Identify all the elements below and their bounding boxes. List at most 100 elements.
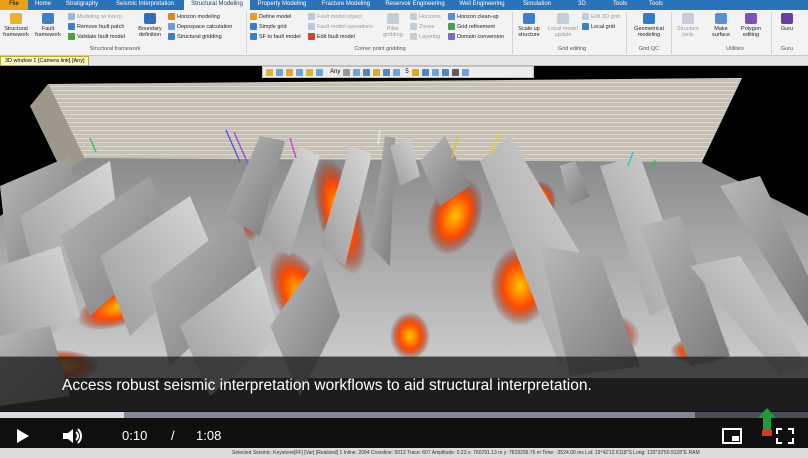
fault-model-operations-button[interactable]: Fault model operations xyxy=(308,23,373,30)
grid-icon[interactable] xyxy=(421,68,429,76)
scale-up-icon xyxy=(523,13,535,24)
duration: 1:08 xyxy=(196,428,222,443)
viewport-toolbar: Any 5 xyxy=(262,66,534,78)
boundary-definition-button[interactable]: Boundary definition xyxy=(136,13,164,38)
zones-icon xyxy=(410,23,417,30)
rotate-icon[interactable] xyxy=(296,68,303,76)
tab-simulation[interactable]: Simulation xyxy=(512,0,562,10)
structure-tools-icon xyxy=(682,13,694,24)
tab-well-engineering[interactable]: Well Engineering xyxy=(452,0,512,10)
gridding-icon xyxy=(168,33,175,40)
make-surface-button[interactable]: Make surface xyxy=(707,13,735,38)
tab-structural-modeling[interactable]: Structural Modeling xyxy=(184,0,250,10)
window-tab-3d[interactable]: 3D window 1 [Camera link] [Any] xyxy=(0,56,90,66)
measure-icon[interactable] xyxy=(441,68,449,76)
record-icon[interactable] xyxy=(451,68,459,76)
horizon-icon xyxy=(168,13,175,20)
subtitles-icon[interactable] xyxy=(722,428,742,444)
structural-gridding-button[interactable]: Structural gridding xyxy=(168,33,222,40)
layering-icon xyxy=(410,33,417,40)
local-grid-button[interactable]: Local grid xyxy=(582,23,615,30)
refinement-icon xyxy=(448,23,455,30)
axis-icon[interactable] xyxy=(353,68,361,76)
remove-fault-patch-button[interactable]: Remove fault patch xyxy=(68,23,124,30)
scale-icon[interactable] xyxy=(431,68,439,76)
ribbon-separator xyxy=(671,12,672,54)
tab-tools[interactable]: Tools xyxy=(602,0,638,10)
chevron-down-icon[interactable] xyxy=(343,68,351,76)
edit-fault-icon xyxy=(308,33,315,40)
fault-model-object-button[interactable]: Fault model object xyxy=(308,13,362,20)
tab-3d[interactable]: 3D xyxy=(562,0,602,10)
tab-seismic-interpretation[interactable]: Seismic Interpretation xyxy=(106,0,184,10)
local-model-update-button[interactable]: Local model update xyxy=(546,13,580,38)
fault-object-icon xyxy=(308,13,315,20)
horizon-modeling-button[interactable]: Horizon modeling xyxy=(168,13,220,20)
fault-operations-icon xyxy=(308,23,315,30)
structure-tools-button[interactable]: Structure tools xyxy=(673,13,703,38)
simple-grid-button[interactable]: Simple grid xyxy=(250,23,287,30)
pillar-gridding-button[interactable]: Pillar gridding xyxy=(380,13,406,38)
fault-framework-button[interactable]: Fault framework xyxy=(34,13,62,38)
horizons-icon xyxy=(410,13,417,20)
view-icon[interactable] xyxy=(316,68,323,76)
fit-icon[interactable] xyxy=(393,68,401,76)
zones-button[interactable]: Zones xyxy=(410,23,434,30)
structural-framework-icon xyxy=(10,13,22,24)
polygon-editing-button[interactable]: Polygon editing xyxy=(736,13,766,38)
filter-dropdown[interactable]: Any xyxy=(330,69,340,75)
zoom-icon[interactable] xyxy=(306,68,313,76)
domain-conversion-button[interactable]: Domain conversion xyxy=(448,33,504,40)
ribbon-separator xyxy=(512,12,513,54)
define-model-button[interactable]: Define model xyxy=(250,13,291,20)
options-icon[interactable] xyxy=(461,68,469,76)
horizons-button[interactable]: Horizons xyxy=(410,13,441,20)
window-tab-strip: 3D window 1 [Camera link] [Any] xyxy=(0,56,808,66)
validate-icon xyxy=(68,33,75,40)
structural-framework-button[interactable]: Structural framework xyxy=(2,13,30,38)
group-structural-framework: Structural framework xyxy=(89,46,141,52)
play-icon[interactable] xyxy=(16,428,30,444)
fullscreen-icon[interactable] xyxy=(776,428,794,444)
horizon-cleanup-button[interactable]: Horizon clean-up xyxy=(448,13,499,20)
select-icon[interactable] xyxy=(266,68,273,76)
sun-icon[interactable] xyxy=(411,68,419,76)
simple-grid-icon xyxy=(250,23,257,30)
make-surface-icon xyxy=(715,13,727,24)
cleanup-icon xyxy=(448,13,455,20)
tab-tools-2[interactable]: Tools xyxy=(638,0,674,10)
guru-button[interactable]: Guru xyxy=(774,13,800,32)
validate-fault-model-button[interactable]: Validate fault model xyxy=(68,33,125,40)
modeling-w-interp-button[interactable]: Modeling w/ interp. xyxy=(68,13,123,20)
edit-fault-model-button[interactable]: Edit fault model xyxy=(308,33,355,40)
pan-icon[interactable] xyxy=(276,68,283,76)
tab-property-modeling[interactable]: Property Modeling xyxy=(250,0,314,10)
grid-refinement-button[interactable]: Grid refinement xyxy=(448,23,495,30)
ribbon-separator xyxy=(626,12,627,54)
ribbon-separator xyxy=(246,12,247,54)
tab-file[interactable]: File xyxy=(0,0,28,10)
pick-icon[interactable] xyxy=(286,68,293,76)
tab-fracture-modeling[interactable]: Fracture Modeling xyxy=(314,0,378,10)
tab-home[interactable]: Home xyxy=(28,0,58,10)
tab-stratigraphy[interactable]: Stratigraphy xyxy=(58,0,106,10)
ribbon-tab-bar: File Home Stratigraphy Seismic Interpret… xyxy=(0,0,808,10)
define-model-icon xyxy=(250,13,257,20)
modeling-icon xyxy=(68,13,75,20)
scale-up-structure-button[interactable]: Scale up structure xyxy=(515,13,543,38)
group-grid-editing: Grid editing xyxy=(557,46,587,52)
tab-reservoir-engineering[interactable]: Reservoir Engineering xyxy=(378,0,452,10)
light-icon[interactable] xyxy=(373,68,381,76)
local-update-icon xyxy=(557,13,569,24)
current-time: 0:10 xyxy=(122,428,148,443)
volume-icon[interactable] xyxy=(62,428,84,444)
layering-button[interactable]: Layering xyxy=(410,33,440,40)
home-view-icon[interactable] xyxy=(383,68,391,76)
sf-to-fault-model-button[interactable]: SF to fault model xyxy=(250,33,301,40)
edit-3d-grid-button[interactable]: Edit 3D grid xyxy=(582,13,620,20)
channel-logo-icon xyxy=(758,408,776,436)
geometrical-modeling-button[interactable]: Geometrical modeling xyxy=(630,13,668,38)
level-field[interactable]: 5 xyxy=(405,69,408,75)
camera-icon[interactable] xyxy=(363,68,371,76)
depospace-calculation-button[interactable]: Depospace calculation xyxy=(168,23,232,30)
